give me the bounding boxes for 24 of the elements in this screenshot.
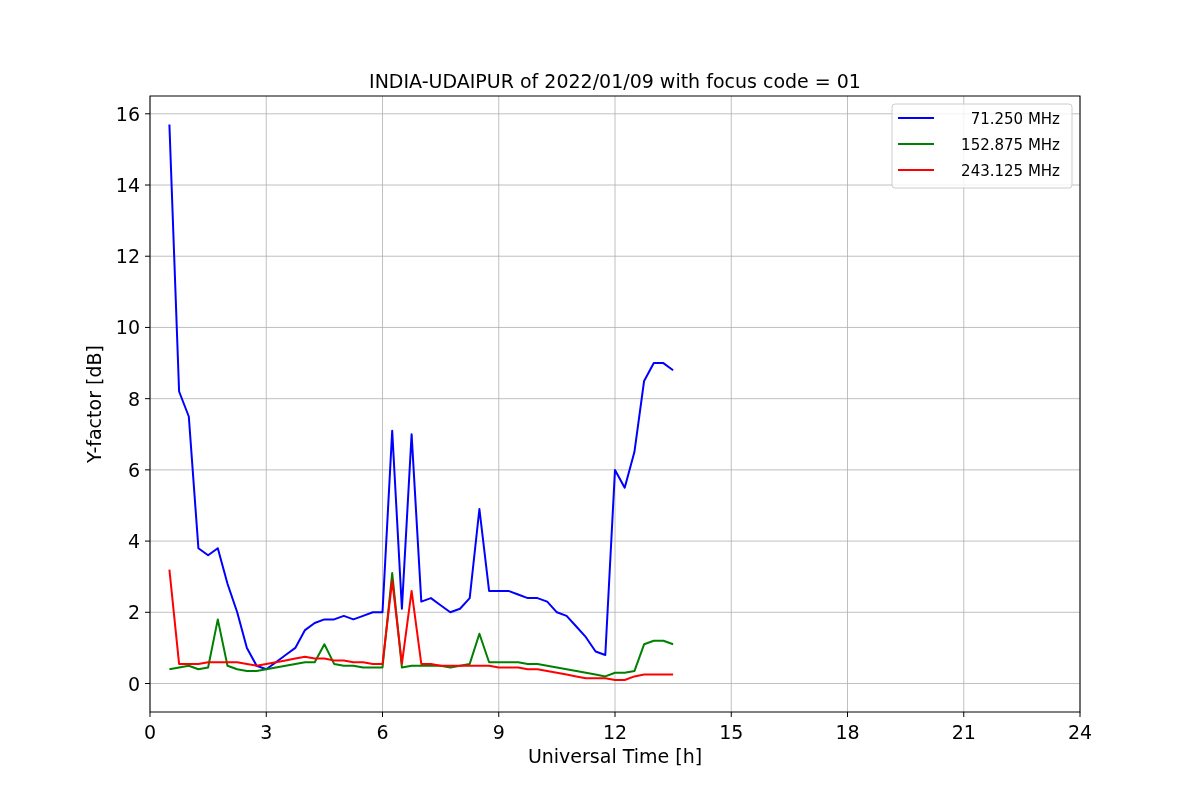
tick-label: 2 [127,601,140,624]
tick-label: 16 [115,102,140,125]
tick-label: 12 [115,245,140,268]
legend-label: 71.250 MHz [970,110,1060,128]
x-axis-label: Universal Time [h] [527,745,703,767]
tick-label: 0 [143,721,157,743]
tick-label: 14 [115,174,140,196]
chart-title: INDIA-UDAIPUR of 2022/01/09 with focus code = 01 [369,70,861,92]
tick-label: 0 [127,672,140,695]
legend-label: 243.125 MHz [961,162,1060,180]
y-axis-label: Y-factor [dB] [83,345,105,463]
tick-label: 15 [719,721,744,743]
tick-label: 18 [835,721,860,743]
tick-label: 24 [1067,721,1093,743]
legend-label: 152.875 MHz [961,136,1060,154]
tick-label: 3 [260,721,273,743]
tick-label: 21 [951,721,976,743]
tick-label: 6 [376,721,389,743]
tick-label: 12 [602,721,628,743]
tick-label: 6 [127,458,140,481]
tick-label: 8 [127,387,140,410]
tick-label: 9 [492,721,505,743]
tick-label: 10 [115,316,140,339]
tick-label: 4 [127,530,140,553]
